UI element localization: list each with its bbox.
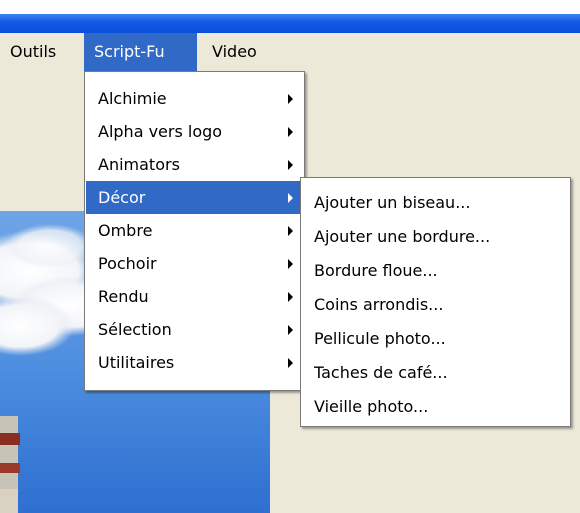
menu-item-alchimie[interactable]: Alchimie [86, 82, 303, 115]
submenu-item-coins-arrondis[interactable]: Coins arrondis... [302, 288, 569, 321]
menu-item-decor[interactable]: Décor [86, 181, 303, 214]
submenu-item-pellicule-photo[interactable]: Pellicule photo... [302, 322, 569, 355]
menu-item-pochoir[interactable]: Pochoir [86, 247, 303, 280]
submenu-item-vieille-photo[interactable]: Vieille photo... [302, 390, 569, 423]
menu-item-label: Ombre [98, 221, 153, 240]
submenu-item-taches-de-cafe[interactable]: Taches de café... [302, 356, 569, 389]
menu-item-utilitaires[interactable]: Utilitaires [86, 346, 303, 379]
submenu-arrow-icon [288, 259, 293, 269]
menu-item-alpha-vers-logo[interactable]: Alpha vers logo [86, 115, 303, 148]
submenu-arrow-icon [288, 292, 293, 302]
decor-submenu: Ajouter un biseau... Ajouter une bordure… [300, 177, 571, 427]
submenu-arrow-icon [288, 127, 293, 137]
submenu-arrow-icon [288, 325, 293, 335]
menu-item-label: Sélection [98, 320, 172, 339]
menu-item-label: Décor [98, 188, 146, 207]
submenu-arrow-icon [288, 226, 293, 236]
menubar-item-outils[interactable]: Outils [10, 33, 56, 71]
menu-item-label: Animators [98, 155, 180, 174]
submenu-item-bordure-floue[interactable]: Bordure floue... [302, 254, 569, 287]
menu-item-animators[interactable]: Animators [86, 148, 303, 181]
menu-item-label: Pochoir [98, 254, 157, 273]
submenu-arrow-icon [288, 94, 293, 104]
menu-item-label: Alpha vers logo [98, 122, 223, 141]
submenu-item-ajouter-un-biseau[interactable]: Ajouter un biseau... [302, 186, 569, 219]
menubar-item-script-fu[interactable]: Script-Fu [84, 33, 197, 71]
menu-item-selection[interactable]: Sélection [86, 313, 303, 346]
menu-item-label: Rendu [98, 287, 149, 306]
menu-bar: Outils Script-Fu Video [0, 33, 580, 71]
window-titlebar [0, 14, 580, 33]
menubar-item-video[interactable]: Video [212, 33, 257, 71]
submenu-item-ajouter-une-bordure[interactable]: Ajouter une bordure... [302, 220, 569, 253]
menu-item-label: Alchimie [98, 89, 167, 108]
menu-item-ombre[interactable]: Ombre [86, 214, 303, 247]
submenu-arrow-icon [288, 193, 293, 203]
menu-item-rendu[interactable]: Rendu [86, 280, 303, 313]
submenu-arrow-icon [288, 358, 293, 368]
script-fu-dropdown-menu: Alchimie Alpha vers logo Animators Décor… [84, 71, 305, 391]
menu-item-label: Utilitaires [98, 353, 175, 372]
submenu-arrow-icon [288, 160, 293, 170]
